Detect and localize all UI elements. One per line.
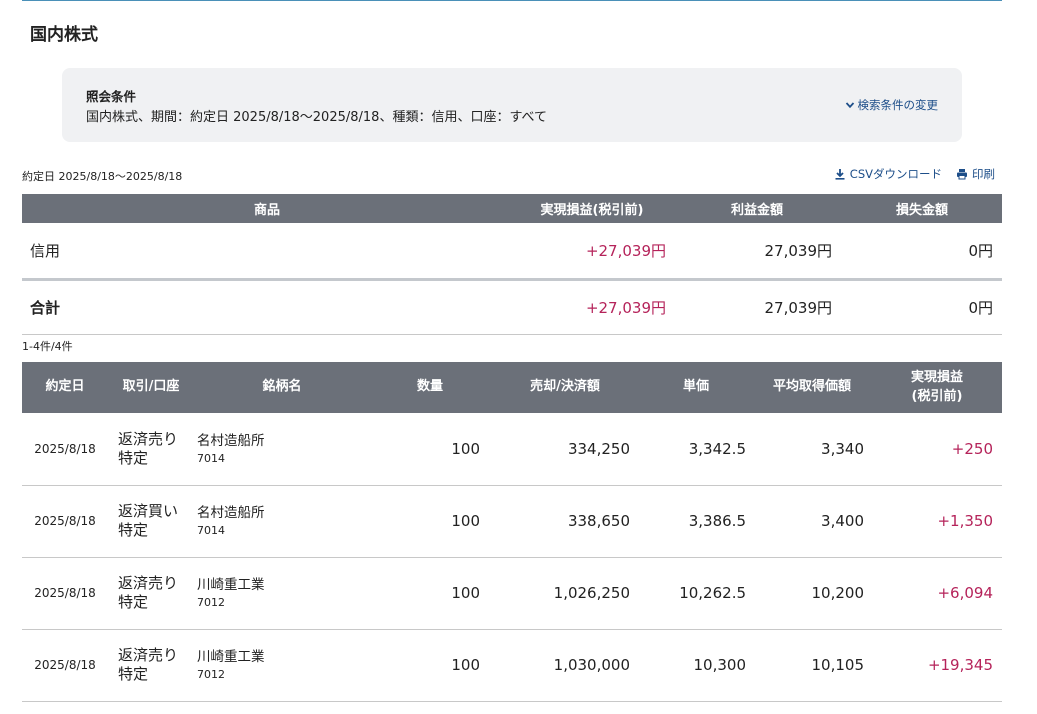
average-cost: 10,105 <box>752 629 872 702</box>
account-type: 特定 <box>118 665 149 683</box>
trade-date: 2025/8/18 <box>22 557 108 630</box>
print-button[interactable]: 印刷 <box>956 166 995 182</box>
summary-total-loss: 0円 <box>842 279 1002 335</box>
summary-header-row: 商品 実現損益(税引前) 利益金額 損失金額 <box>22 194 1002 223</box>
unit-price: 3,342.5 <box>640 413 752 486</box>
col-stock-name: 銘柄名 <box>194 362 370 413</box>
summary-loss: 0円 <box>842 223 1002 281</box>
stock-name: 名村造船所 <box>197 432 265 449</box>
trade-detail-table: 約定日 取引/口座 銘柄名 数量 売却/決済額 単価 平均取得価額 実現損益 (… <box>22 362 1002 702</box>
trade-date: 2025/8/18 <box>22 485 108 558</box>
search-conditions-panel: 照会条件 国内株式、期間：約定日 2025/8/18〜2025/8/18、種類：… <box>62 68 962 142</box>
average-cost: 10,200 <box>752 557 872 630</box>
col-realized-pl-line1: 実現損益 <box>910 369 963 385</box>
quantity: 100 <box>370 557 490 630</box>
page-title: 国内株式 <box>30 25 98 45</box>
chevron-down-icon <box>845 102 854 109</box>
summary-total-realized-pl: +27,039円 <box>512 279 672 335</box>
trade-type: 返済売り <box>118 429 179 448</box>
stock-name-cell: 川崎重工業 7012 <box>194 557 370 630</box>
summary-total-label: 合計 <box>22 279 512 335</box>
table-row: 2025/8/18 返済買い 特定 名村造船所 7014 100 338,650… <box>22 485 1002 558</box>
top-divider <box>22 0 1002 1</box>
csv-download-button[interactable]: CSVダウンロード <box>834 166 942 182</box>
trade-account-cell: 返済売り 特定 <box>108 557 194 630</box>
printer-icon <box>957 169 967 180</box>
stock-code: 7014 <box>197 524 225 537</box>
realized-pl: +1,350 <box>872 485 1002 558</box>
download-icon <box>835 169 845 180</box>
conditions-text: 国内株式、期間：約定日 2025/8/18〜2025/8/18、種類：信用、口座… <box>86 110 548 125</box>
col-average-cost: 平均取得価額 <box>752 362 872 413</box>
quantity: 100 <box>370 413 490 486</box>
col-quantity: 数量 <box>370 362 490 413</box>
change-conditions-link[interactable]: 検索条件の変更 <box>845 97 939 113</box>
summary-col-profit: 利益金額 <box>672 194 842 223</box>
summary-table: 商品 実現損益(税引前) 利益金額 損失金額 信用 +27,039円 27,03… <box>22 194 1002 335</box>
stock-name: 川崎重工業 <box>197 649 265 665</box>
summary-col-realized-pl: 実現損益(税引前) <box>512 194 672 223</box>
realized-pl: +250 <box>872 413 1002 486</box>
stock-name-cell: 名村造船所 7014 <box>194 413 370 486</box>
trade-date: 2025/8/18 <box>22 629 108 702</box>
conditions-title: 照会条件 <box>86 89 137 104</box>
stock-code: 7012 <box>197 596 225 609</box>
trade-account-cell: 返済売り 特定 <box>108 629 194 702</box>
summary-total-profit: 27,039円 <box>672 279 842 335</box>
settlement-amount: 1,030,000 <box>490 629 640 702</box>
trade-type: 返済売り <box>118 574 179 592</box>
col-realized-pl-line2: (税引前) <box>911 388 963 404</box>
average-cost: 3,400 <box>752 485 872 558</box>
result-count: 1-4件/4件 <box>22 340 73 353</box>
csv-download-label: CSVダウンロード <box>849 167 942 181</box>
average-cost: 3,340 <box>752 413 872 486</box>
trade-account-cell: 返済売り 特定 <box>108 413 194 486</box>
stock-name-cell: 名村造船所 7014 <box>194 485 370 558</box>
summary-realized-pl: +27,039円 <box>512 223 672 281</box>
stock-name: 川崎重工業 <box>197 577 265 593</box>
account-type: 特定 <box>118 521 149 539</box>
col-settlement-amount: 売却/決済額 <box>490 362 640 413</box>
period-label: 約定日 2025/8/18〜2025/8/18 <box>22 170 183 183</box>
stock-name-cell: 川崎重工業 7012 <box>194 629 370 702</box>
trade-type: 返済売り <box>118 646 179 664</box>
unit-price: 10,300 <box>640 629 752 702</box>
trade-date: 2025/8/18 <box>22 413 108 486</box>
print-label: 印刷 <box>972 167 995 181</box>
summary-profit: 27,039円 <box>672 223 842 281</box>
table-row: 2025/8/18 返済売り 特定 川崎重工業 7012 100 1,026,2… <box>22 557 1002 630</box>
settlement-amount: 334,250 <box>490 413 640 486</box>
col-realized-pl: 実現損益 (税引前) <box>872 362 1002 413</box>
quantity: 100 <box>370 485 490 558</box>
stock-code: 7012 <box>197 668 225 681</box>
settlement-amount: 338,650 <box>490 485 640 558</box>
summary-row-total: 合計 +27,039円 27,039円 0円 <box>22 279 1002 335</box>
account-type: 特定 <box>118 593 149 611</box>
change-conditions-label: 検索条件の変更 <box>857 98 939 112</box>
quantity: 100 <box>370 629 490 702</box>
trade-account-cell: 返済買い 特定 <box>108 485 194 558</box>
summary-col-product: 商品 <box>22 194 512 223</box>
summary-col-loss: 損失金額 <box>842 194 1002 223</box>
stock-code: 7014 <box>197 451 225 465</box>
col-unit-price: 単価 <box>640 362 752 413</box>
realized-pl: +6,094 <box>872 557 1002 630</box>
account-type: 特定 <box>118 448 149 467</box>
toolbar: CSVダウンロード 印刷 <box>834 166 995 182</box>
settlement-amount: 1,026,250 <box>490 557 640 630</box>
summary-product: 信用 <box>22 223 512 281</box>
summary-row-credit: 信用 +27,039円 27,039円 0円 <box>22 223 1002 281</box>
table-row: 2025/8/18 返済売り 特定 名村造船所 7014 100 334,250… <box>22 413 1002 486</box>
stock-name: 名村造船所 <box>197 505 265 521</box>
col-trade-account: 取引/口座 <box>108 362 194 413</box>
realized-pl: +19,345 <box>872 629 1002 702</box>
col-trade-date: 約定日 <box>22 362 108 413</box>
detail-header-row: 約定日 取引/口座 銘柄名 数量 売却/決済額 単価 平均取得価額 実現損益 (… <box>22 362 1002 413</box>
table-row: 2025/8/18 返済売り 特定 川崎重工業 7012 100 1,030,0… <box>22 629 1002 702</box>
unit-price: 3,386.5 <box>640 485 752 558</box>
trade-type: 返済買い <box>118 502 179 520</box>
unit-price: 10,262.5 <box>640 557 752 630</box>
